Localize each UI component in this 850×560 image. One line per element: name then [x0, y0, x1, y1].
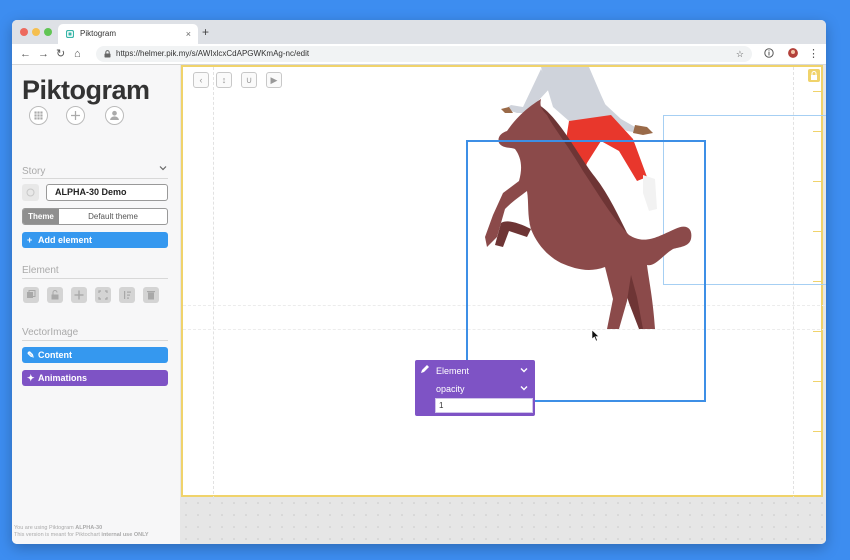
profile-avatar-icon[interactable]	[788, 48, 798, 58]
artboard-frame[interactable]	[181, 65, 826, 499]
artboard-lock-icon[interactable]	[808, 69, 820, 82]
plus-icon: +	[27, 235, 33, 245]
app-logo: Piktogram	[22, 75, 150, 105]
reload-button[interactable]: ↻	[56, 46, 65, 62]
close-window-button[interactable]	[20, 28, 28, 36]
animations-label: Animations	[38, 373, 88, 383]
plus-icon[interactable]	[66, 106, 85, 125]
tab-title: Piktogram	[80, 29, 117, 38]
property-dropdown[interactable]: opacity	[436, 383, 530, 395]
section-divider	[22, 178, 168, 179]
element-property-popup[interactable]: Element opacity 1	[415, 360, 535, 416]
version-label: ALPHA-30	[75, 525, 103, 531]
lock-icon	[104, 50, 111, 58]
user-icon[interactable]	[105, 106, 124, 125]
address-bar: ← → ↻ ⌂ https://helmer.pik.my/s/AWIxlcxC…	[12, 44, 826, 65]
section-divider	[22, 340, 168, 341]
theme-label: Theme	[23, 209, 59, 224]
element-dropdown[interactable]: Element	[436, 365, 530, 377]
duplicate-icon[interactable]	[23, 287, 39, 303]
mouse-cursor-icon	[592, 330, 600, 342]
sidebar: Piktogram Story ALPHA-30 Demo Theme Defa…	[12, 65, 180, 544]
grid-icon[interactable]	[29, 106, 48, 125]
resize-vertical-icon[interactable]: ↕	[216, 72, 232, 88]
story-section-title: Story	[22, 166, 46, 177]
version-notice: You are using Piktogram ALPHA-30 This ve…	[14, 525, 149, 539]
piktogram-favicon-icon	[66, 30, 74, 38]
canvas-workarea[interactable]: ‹ ↕ ∪ ▶	[180, 65, 826, 544]
back-icon[interactable]: ‹	[193, 72, 209, 88]
browser-window: Piktogram × + ← → ↻ ⌂ https://helmer.pik…	[12, 20, 826, 544]
usage-notice-prefix: This version is meant for Piktochart	[14, 532, 102, 538]
element-section-title: Element	[22, 265, 59, 276]
forward-button[interactable]: →	[38, 46, 49, 62]
theme-value: Default theme	[88, 212, 138, 221]
browser-tab[interactable]: Piktogram ×	[58, 24, 198, 44]
animation-icon: ✦	[27, 373, 35, 383]
vertical-ruler	[813, 71, 822, 495]
maximize-window-button[interactable]	[44, 28, 52, 36]
chevron-down-icon	[520, 368, 528, 373]
vectorimage-section-title: VectorImage	[22, 327, 79, 338]
unlock-icon[interactable]	[47, 287, 63, 303]
element-dropdown-label: Element	[436, 366, 470, 376]
minimize-window-button[interactable]	[32, 28, 40, 36]
guide-line	[213, 67, 214, 499]
home-button[interactable]: ⌂	[74, 46, 81, 62]
chevron-down-icon[interactable]	[159, 165, 167, 171]
magnet-icon[interactable]: ∪	[241, 72, 257, 88]
content-button[interactable]: ✎ Content	[22, 347, 168, 363]
content-label: Content	[38, 350, 72, 360]
story-icon	[26, 188, 35, 197]
fullscreen-icon[interactable]	[95, 287, 111, 303]
new-tab-button[interactable]: +	[202, 24, 209, 40]
url-text: https://helmer.pik.my/s/AWIxlcxCdAPGWKmA…	[116, 49, 310, 58]
usage-notice-bold: internal use ONLY	[101, 532, 149, 538]
chevron-down-icon	[520, 386, 528, 391]
story-thumbnail[interactable]	[22, 184, 39, 201]
bookmark-star-icon[interactable]: ☆	[736, 46, 744, 62]
tab-close-icon[interactable]: ×	[186, 24, 191, 44]
add-element-button[interactable]: + Add element	[22, 232, 168, 248]
version-notice-prefix: You are using Piktogram	[14, 525, 76, 531]
pencil-icon	[421, 365, 429, 373]
play-icon[interactable]: ▶	[266, 72, 282, 88]
back-button[interactable]: ←	[20, 46, 31, 62]
extension-info-icon[interactable]	[764, 48, 774, 58]
url-field[interactable]: https://helmer.pik.my/s/AWIxlcxCdAPGWKmA…	[96, 46, 752, 62]
opacity-value-input[interactable]: 1	[435, 398, 533, 413]
sort-icon[interactable]	[119, 287, 135, 303]
story-name-field[interactable]: ALPHA-30 Demo	[46, 184, 168, 201]
pencil-icon: ✎	[27, 350, 35, 360]
theme-selector[interactable]: Theme Default theme	[22, 208, 168, 225]
section-divider	[22, 278, 168, 279]
animations-button[interactable]: ✦ Animations	[22, 370, 168, 386]
add-element-label: Add element	[38, 235, 93, 245]
property-dropdown-label: opacity	[436, 384, 465, 394]
title-bar: Piktogram × +	[12, 20, 826, 44]
browser-menu-icon[interactable]: ⋮	[808, 46, 819, 62]
move-icon[interactable]	[71, 287, 87, 303]
trash-icon[interactable]	[143, 287, 159, 303]
